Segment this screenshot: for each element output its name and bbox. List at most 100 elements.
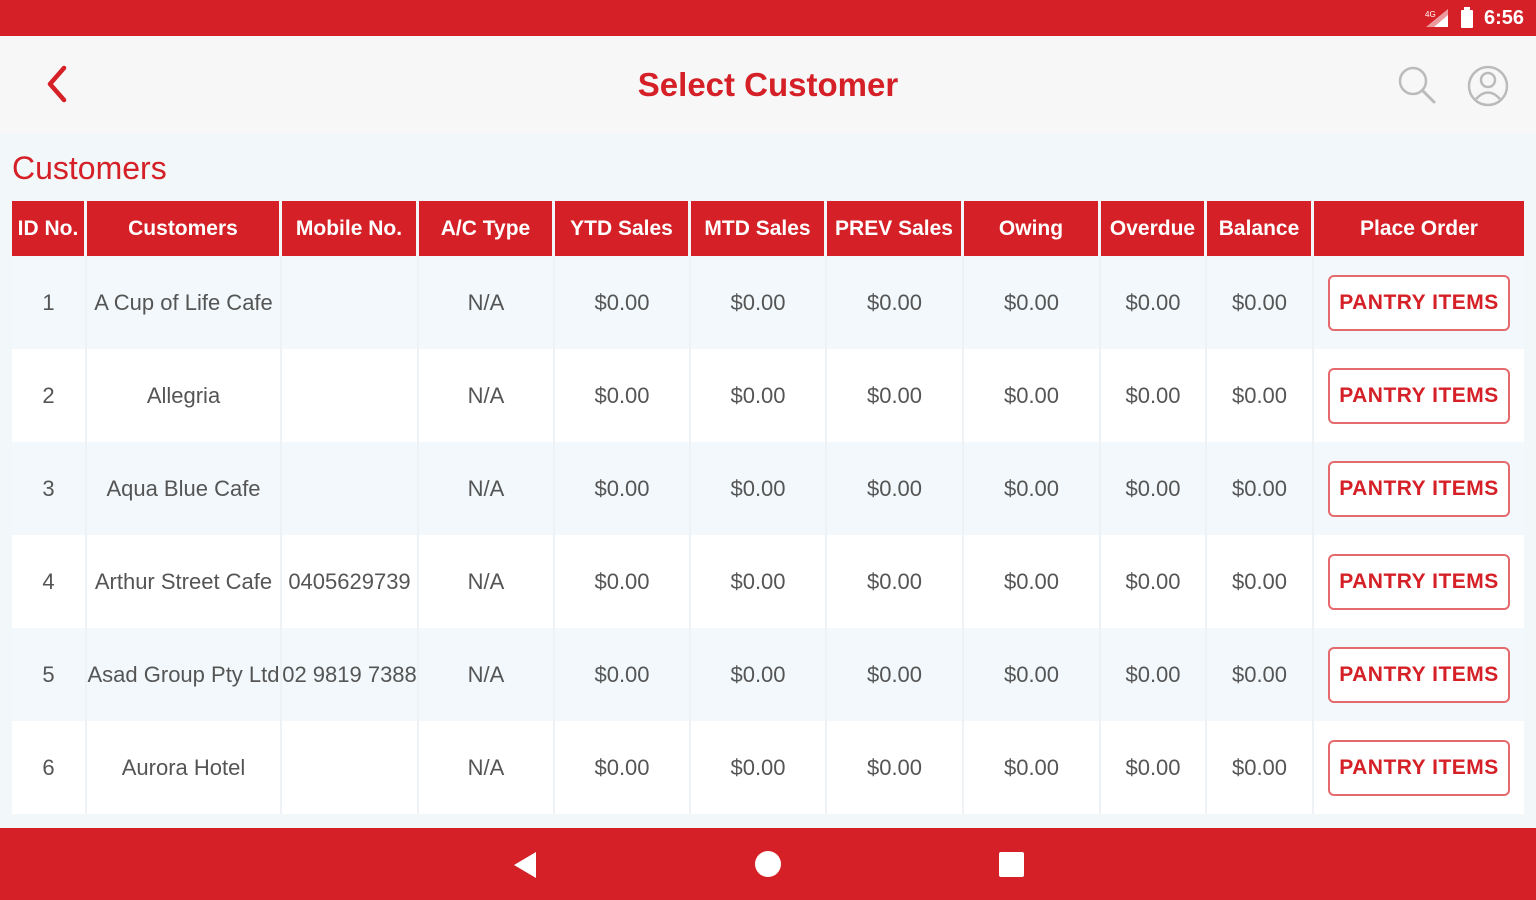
cell-mtd-sales: $0.00 <box>691 349 827 442</box>
cell-ac-type: N/A <box>419 721 555 814</box>
page-title: Select Customer <box>637 66 899 103</box>
status-time: 6:56 <box>1483 6 1524 29</box>
table-header: ID No. Customers Mobile No. A/C Type YTD… <box>12 201 1524 256</box>
table-row[interactable]: 3 Aqua Blue Cafe N/A $0.00 $0.00 $0.00 $… <box>12 442 1524 535</box>
column-header: ID No. <box>12 201 87 256</box>
cell-mtd-sales: $0.00 <box>691 256 827 349</box>
cell-id: 6 <box>12 721 87 814</box>
cell-overdue: $0.00 <box>1101 721 1207 814</box>
cell-ytd-sales: $0.00 <box>555 628 691 721</box>
column-header: A/C Type <box>419 201 555 256</box>
cell-owing: $0.00 <box>964 721 1101 814</box>
cell-overdue: $0.00 <box>1101 256 1207 349</box>
pantry-items-button[interactable]: PANTRY ITEMS <box>1328 553 1510 610</box>
cell-prev-sales: $0.00 <box>827 535 964 628</box>
cell-id: 4 <box>12 535 87 628</box>
pantry-items-button[interactable]: PANTRY ITEMS <box>1328 274 1510 331</box>
cell-id: 5 <box>12 628 87 721</box>
cell-customer: A Cup of Life Cafe <box>87 256 282 349</box>
cell-mobile <box>282 349 419 442</box>
cell-ytd-sales: $0.00 <box>555 721 691 814</box>
app-bar: Select Customer <box>0 36 1536 134</box>
cell-ac-type: N/A <box>419 535 555 628</box>
nav-back-button[interactable] <box>512 850 540 880</box>
cell-balance: $0.00 <box>1207 535 1314 628</box>
cell-place-order: PANTRY ITEMS <box>1314 628 1524 721</box>
profile-button[interactable] <box>1464 62 1512 110</box>
cell-mtd-sales: $0.00 <box>691 721 827 814</box>
table-row[interactable]: 4 Arthur Street Cafe 0405629739 N/A $0.0… <box>12 535 1524 628</box>
table-row[interactable]: 2 Allegria N/A $0.00 $0.00 $0.00 $0.00 $… <box>12 349 1524 442</box>
customers-table: ID No. Customers Mobile No. A/C Type YTD… <box>12 201 1524 814</box>
cell-customer: Allegria <box>87 349 282 442</box>
cell-prev-sales: $0.00 <box>827 628 964 721</box>
pantry-items-button[interactable]: PANTRY ITEMS <box>1328 460 1510 517</box>
cell-customer: Asad Group Pty Ltd <box>87 628 282 721</box>
cell-mtd-sales: $0.00 <box>691 628 827 721</box>
cell-mobile <box>282 721 419 814</box>
column-header: MTD Sales <box>691 201 827 256</box>
cell-ytd-sales: $0.00 <box>555 349 691 442</box>
cell-prev-sales: $0.00 <box>827 721 964 814</box>
cell-ac-type: N/A <box>419 442 555 535</box>
cell-overdue: $0.00 <box>1101 442 1207 535</box>
cell-mobile <box>282 442 419 535</box>
user-icon <box>1467 65 1509 107</box>
nav-home-icon <box>755 851 781 877</box>
cell-ytd-sales: $0.00 <box>555 535 691 628</box>
table-row[interactable]: 5 Asad Group Pty Ltd 02 9819 7388 N/A $0… <box>12 628 1524 721</box>
cell-owing: $0.00 <box>964 442 1101 535</box>
column-header: Balance <box>1207 201 1314 256</box>
cell-ytd-sales: $0.00 <box>555 256 691 349</box>
nav-back-icon <box>514 852 536 878</box>
cell-mobile: 0405629739 <box>282 535 419 628</box>
cell-overdue: $0.00 <box>1101 535 1207 628</box>
status-icons: 4G 6:56 <box>1424 6 1524 30</box>
column-header: Customers <box>87 201 282 256</box>
cell-mtd-sales: $0.00 <box>691 535 827 628</box>
cell-place-order: PANTRY ITEMS <box>1314 349 1524 442</box>
status-bar: 4G 6:56 <box>0 0 1536 36</box>
cell-balance: $0.00 <box>1207 349 1314 442</box>
nav-recent-icon[interactable] <box>999 852 1024 877</box>
cell-mobile: 02 9819 7388 <box>282 628 419 721</box>
table-row[interactable]: 6 Aurora Hotel N/A $0.00 $0.00 $0.00 $0.… <box>12 721 1524 814</box>
column-header: Owing <box>964 201 1101 256</box>
pantry-items-button[interactable]: PANTRY ITEMS <box>1328 646 1510 703</box>
column-header: Overdue <box>1101 201 1207 256</box>
cell-ac-type: N/A <box>419 349 555 442</box>
svg-text:4G: 4G <box>1425 10 1436 19</box>
cell-prev-sales: $0.00 <box>827 349 964 442</box>
search-icon <box>1398 66 1436 104</box>
cell-id: 2 <box>12 349 87 442</box>
cell-customer: Aurora Hotel <box>87 721 282 814</box>
column-header: YTD Sales <box>555 201 691 256</box>
pantry-items-button[interactable]: PANTRY ITEMS <box>1328 739 1510 796</box>
cell-mtd-sales: $0.00 <box>691 442 827 535</box>
cell-place-order: PANTRY ITEMS <box>1314 256 1524 349</box>
cell-mobile <box>282 256 419 349</box>
cell-overdue: $0.00 <box>1101 349 1207 442</box>
column-header: Place Order <box>1314 201 1524 256</box>
nav-home-button[interactable] <box>754 850 782 878</box>
cell-owing: $0.00 <box>964 628 1101 721</box>
cell-customer: Aqua Blue Cafe <box>87 442 282 535</box>
cell-owing: $0.00 <box>964 349 1101 442</box>
cell-balance: $0.00 <box>1207 628 1314 721</box>
table-row[interactable]: 1 A Cup of Life Cafe N/A $0.00 $0.00 $0.… <box>12 256 1524 349</box>
cell-place-order: PANTRY ITEMS <box>1314 535 1524 628</box>
column-header: Mobile No. <box>282 201 419 256</box>
cell-ac-type: N/A <box>419 256 555 349</box>
pantry-items-button[interactable]: PANTRY ITEMS <box>1328 367 1510 424</box>
cell-owing: $0.00 <box>964 535 1101 628</box>
column-header: PREV Sales <box>827 201 964 256</box>
cell-id: 1 <box>12 256 87 349</box>
cell-ytd-sales: $0.00 <box>555 442 691 535</box>
section-title: Customers <box>12 150 167 186</box>
battery-icon <box>1460 7 1473 28</box>
cell-prev-sales: $0.00 <box>827 256 964 349</box>
search-button[interactable] <box>1394 62 1438 106</box>
content-area: Customers ID No. Customers Mobile No. A/… <box>0 134 1536 828</box>
cell-place-order: PANTRY ITEMS <box>1314 721 1524 814</box>
cell-ac-type: N/A <box>419 628 555 721</box>
